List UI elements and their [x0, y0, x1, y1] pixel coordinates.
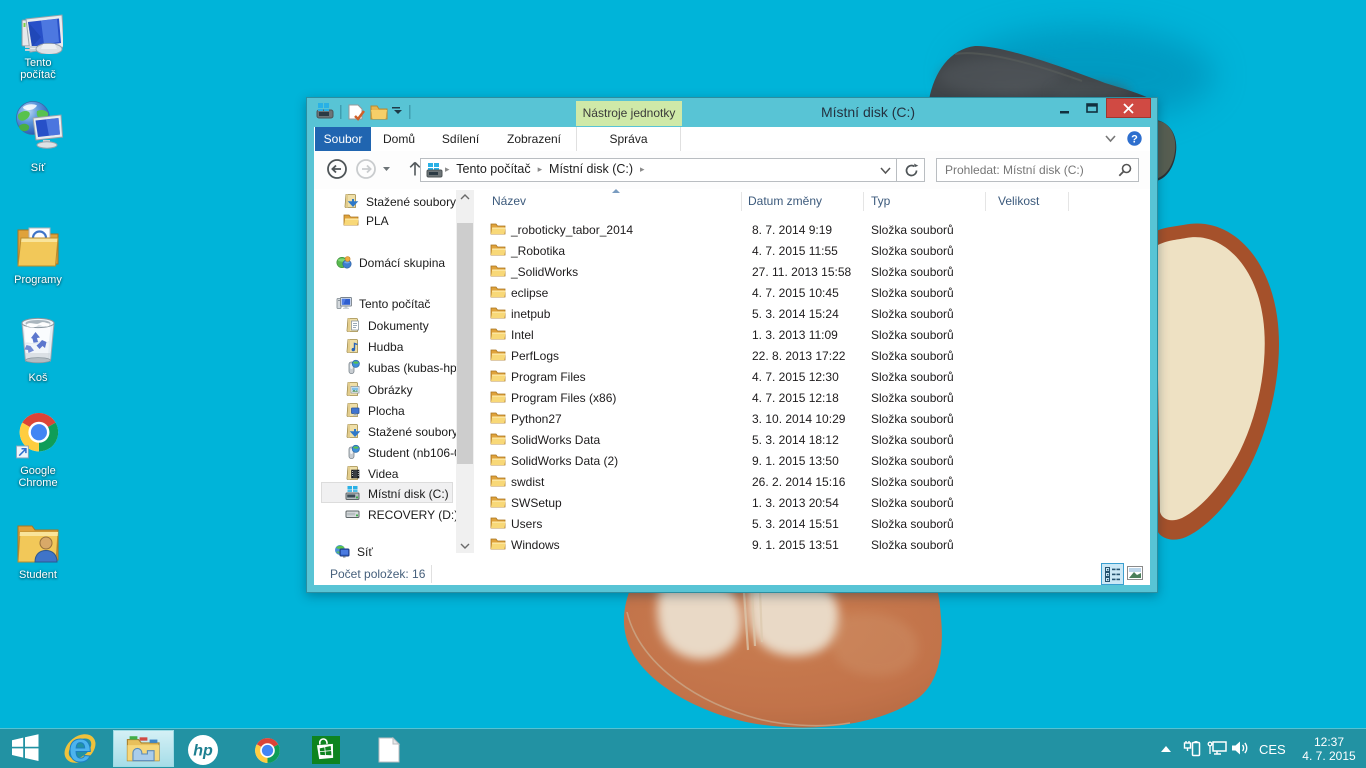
svg-text:?: ?: [1131, 134, 1138, 146]
svg-text:hp: hp: [193, 743, 213, 760]
svg-text:e: e: [68, 733, 91, 766]
